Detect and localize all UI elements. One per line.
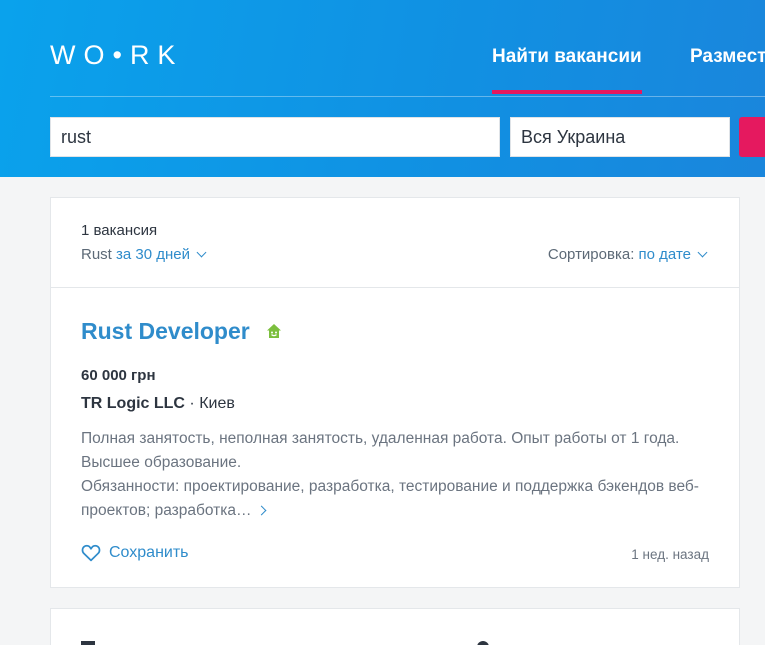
home-icon: [267, 324, 281, 338]
job-city: · Киев: [184, 395, 235, 412]
nav-post-resume[interactable]: Размест: [690, 46, 765, 68]
posted-time: 1 нед. назад: [631, 547, 709, 562]
heart-icon: [81, 544, 101, 562]
sort-label: Сортировка:: [547, 246, 635, 263]
job-salary: 60 000 грн: [81, 367, 156, 384]
heading-glyph-peek: [477, 641, 489, 645]
job-description: Полная занятость, неполная занятость, уд…: [81, 427, 711, 523]
period-filter-dropdown[interactable]: за 30 дней: [116, 246, 207, 263]
job-description-text: Обязанности: проектирование, разработка,…: [81, 478, 699, 519]
job-title-link[interactable]: Rust Developer: [81, 318, 250, 345]
results-filter: Rust за 30 дней: [81, 246, 207, 263]
sort-dropdown[interactable]: по дате: [638, 246, 708, 263]
chevron-right-icon[interactable]: [256, 505, 266, 516]
job-description-line-1: Полная занятость, неполная занятость, уд…: [81, 430, 680, 471]
results-count: 1 вакансия: [81, 222, 158, 239]
results-card: 1 вакансия Rust за 30 дней Сортировка: п…: [50, 197, 740, 588]
chevron-down-icon: [697, 247, 708, 258]
chevron-down-icon: [196, 247, 207, 258]
job-description-line-2: Обязанности: проектирование, разработка,…: [81, 475, 711, 523]
next-card: [50, 608, 740, 645]
job-company-line: TR Logic LLC · Киев: [81, 395, 235, 413]
save-button[interactable]: Сохранить: [81, 544, 189, 562]
card-divider: [51, 287, 739, 288]
save-label: Сохранить: [109, 544, 189, 561]
logo[interactable]: WO•RK: [50, 40, 183, 71]
heading-glyph-peek: [81, 641, 95, 645]
company-name: TR Logic LLC: [81, 395, 185, 412]
period-filter-label: за 30 дней: [116, 246, 191, 263]
next-card-heading-peek: [81, 641, 501, 645]
header-divider: [50, 96, 765, 97]
nav-find-jobs[interactable]: Найти вакансии: [492, 46, 642, 94]
search-button[interactable]: [739, 117, 765, 157]
search-input[interactable]: rust: [50, 117, 500, 157]
sort-value: по дате: [638, 246, 691, 263]
filter-keyword: Rust: [81, 246, 112, 263]
site-header: WO•RK Найти вакансии Размест rust Вся Ук…: [0, 0, 765, 177]
region-input[interactable]: Вся Украина: [510, 117, 730, 157]
sort-control: Сортировка: по дате: [547, 246, 708, 263]
